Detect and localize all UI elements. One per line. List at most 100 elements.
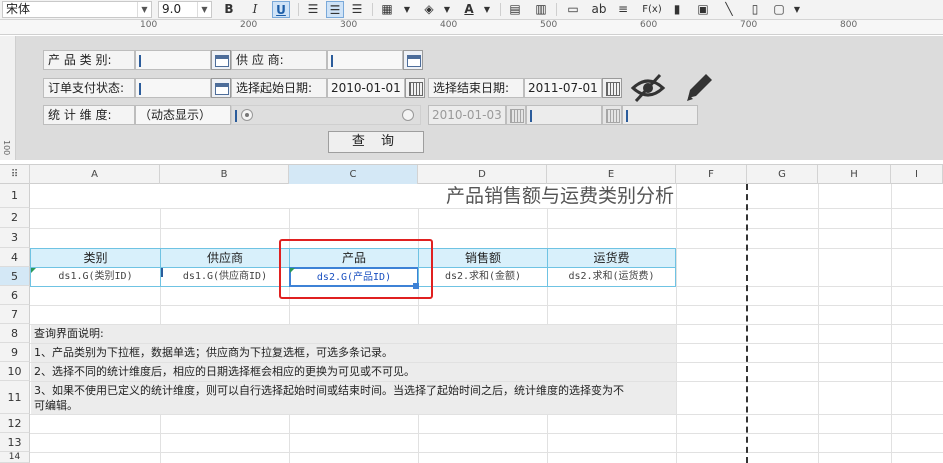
category-select[interactable] — [135, 50, 211, 70]
subreport-icon[interactable]: ▯ — [746, 1, 764, 18]
underline-button[interactable]: U — [272, 1, 290, 18]
row-header[interactable]: 12 — [0, 414, 30, 433]
text-caret — [235, 109, 237, 122]
row-header[interactable]: 4 — [0, 248, 30, 267]
bold-button[interactable]: B — [220, 1, 238, 18]
align-left-icon[interactable]: ☰ — [304, 1, 322, 18]
chevron-down-icon[interactable]: ▼ — [478, 1, 496, 18]
text-caret — [530, 109, 532, 122]
column-header-g[interactable]: G — [747, 165, 818, 184]
toolbar-divider — [500, 3, 501, 16]
merge-cells-icon[interactable]: ▤ — [506, 1, 524, 18]
grid-line — [30, 414, 943, 415]
calendar-icon[interactable] — [602, 78, 622, 98]
align-center-icon[interactable]: ☰ — [326, 1, 344, 18]
calendar-icon[interactable] — [405, 78, 425, 98]
calendar-icon[interactable] — [602, 105, 622, 125]
pencil-icon[interactable] — [682, 70, 714, 104]
disabled-end-date-input[interactable] — [526, 105, 602, 125]
note-line-1: 1、产品类别为下拉框，数据单选；供应商为下拉复选框，可选多条记录。 — [31, 344, 676, 362]
text-ab-button[interactable]: ab — [590, 1, 608, 18]
grid-line — [30, 452, 943, 453]
query-button[interactable]: 查 询 — [328, 131, 424, 153]
supplier-multiselect[interactable] — [327, 50, 403, 70]
cell-border-icon[interactable]: ▢ — [770, 1, 788, 18]
column-header-i[interactable]: I — [891, 165, 943, 184]
payment-status-label: 订单支付状态: — [43, 78, 135, 98]
start-date-input[interactable]: 2010-01-01 — [327, 78, 405, 98]
paragraph-icon[interactable]: ≡ — [614, 1, 632, 18]
row-header[interactable]: 7 — [0, 305, 30, 324]
data-cell-freight[interactable]: ds2.求和(运货费) — [547, 267, 676, 287]
row-header[interactable]: 1 — [0, 184, 30, 208]
font-color-icon[interactable]: A — [460, 1, 478, 18]
dropdown-icon[interactable] — [211, 50, 231, 70]
disabled-extra-input[interactable] — [622, 105, 698, 125]
header-cell-freight[interactable]: 运货费 — [547, 248, 676, 268]
header-cell-sales[interactable]: 销售额 — [418, 248, 548, 268]
end-date-input[interactable]: 2011-07-01 — [524, 78, 602, 98]
data-cell-supplier[interactable]: ds1.G(供应商ID) — [160, 267, 290, 287]
dimension-select[interactable]: （动态显示） — [135, 105, 231, 125]
supplier-label: 供 应 商: — [231, 50, 327, 70]
ruler-mark: 200 — [240, 20, 258, 30]
format-toolbar: 宋体 ▼ 9.0 ▼ B I U ☰ ☰ ☰ ▦ ▼ ◈ ▼ A ▼ ▤ ▥ ▭… — [0, 0, 943, 20]
row-header[interactable]: 14 — [0, 452, 30, 463]
dropdown-icon[interactable] — [211, 78, 231, 98]
header-cell-supplier[interactable]: 供应商 — [160, 248, 290, 268]
split-cells-icon[interactable]: ▥ — [532, 1, 550, 18]
column-header-h[interactable]: H — [818, 165, 891, 184]
dimension-radio-on[interactable] — [241, 109, 253, 121]
row-header[interactable]: 8 — [0, 324, 30, 343]
disabled-start-date-input[interactable]: 2010-01-03 — [428, 105, 506, 125]
note-line-2: 2、选择不同的统计维度后，相应的日期选择框会相应的更换为可见或不可见。 — [31, 363, 676, 381]
chevron-down-icon: ▼ — [137, 2, 151, 17]
chevron-down-icon[interactable]: ▼ — [438, 1, 456, 18]
data-cell-sales[interactable]: ds2.求和(金额) — [418, 267, 548, 287]
border-icon[interactable]: ▦ — [378, 1, 396, 18]
fill-color-icon[interactable]: ◈ — [420, 1, 438, 18]
calendar-icon[interactable] — [506, 105, 526, 125]
row-header[interactable]: 13 — [0, 433, 30, 452]
row-header[interactable]: 10 — [0, 362, 30, 381]
toolbar-divider — [372, 3, 373, 16]
column-header-f[interactable]: F — [676, 165, 747, 184]
font-family-select[interactable]: 宋体 ▼ — [2, 1, 152, 18]
end-date-label: 选择结束日期: — [428, 78, 524, 98]
column-header-e[interactable]: E — [547, 165, 676, 184]
formula-button[interactable]: F(x) — [640, 1, 664, 18]
image-icon[interactable]: ▣ — [694, 1, 712, 18]
bar-chart-icon[interactable]: ▮ — [668, 1, 686, 18]
chevron-down-icon[interactable]: ▼ — [398, 1, 416, 18]
row-header[interactable]: 9 — [0, 343, 30, 362]
align-right-icon[interactable]: ☰ — [348, 1, 366, 18]
font-size-select[interactable]: 9.0 ▼ — [158, 1, 212, 18]
horizontal-ruler: 100 200 300 400 500 600 700 800 — [0, 20, 943, 35]
row-header[interactable]: 6 — [0, 286, 30, 305]
italic-button[interactable]: I — [246, 1, 264, 18]
payment-status-select[interactable] — [135, 78, 211, 98]
data-cell-category[interactable]: ds1.G(类别ID) — [30, 267, 161, 287]
text-caret — [331, 54, 333, 67]
header-cell-category[interactable]: 类别 — [30, 248, 161, 268]
eye-off-icon[interactable] — [630, 72, 666, 104]
row-header[interactable]: 11 — [0, 381, 30, 414]
row-header[interactable]: 5 — [0, 267, 30, 286]
select-all-corner[interactable]: ⠿ — [0, 165, 30, 184]
column-header-c[interactable]: C — [289, 165, 418, 184]
column-header-b[interactable]: B — [160, 165, 289, 184]
row-header[interactable]: 2 — [0, 208, 30, 228]
expand-down-icon — [161, 268, 163, 277]
ruler-mark: 700 — [740, 20, 758, 30]
text-field-icon[interactable]: ▭ — [564, 1, 582, 18]
chevron-down-icon[interactable]: ▼ — [788, 1, 806, 18]
row-header[interactable]: 3 — [0, 228, 30, 248]
column-header-d[interactable]: D — [418, 165, 547, 184]
column-header-a[interactable]: A — [30, 165, 160, 184]
multiselect-icon[interactable] — [403, 50, 423, 70]
toolbar-divider — [556, 3, 557, 16]
slash-line-icon[interactable]: ╲ — [720, 1, 738, 18]
dimension-label: 统 计 维 度: — [43, 105, 135, 125]
ruler-mark: 800 — [840, 20, 858, 30]
dimension-radio-off[interactable] — [402, 109, 414, 121]
